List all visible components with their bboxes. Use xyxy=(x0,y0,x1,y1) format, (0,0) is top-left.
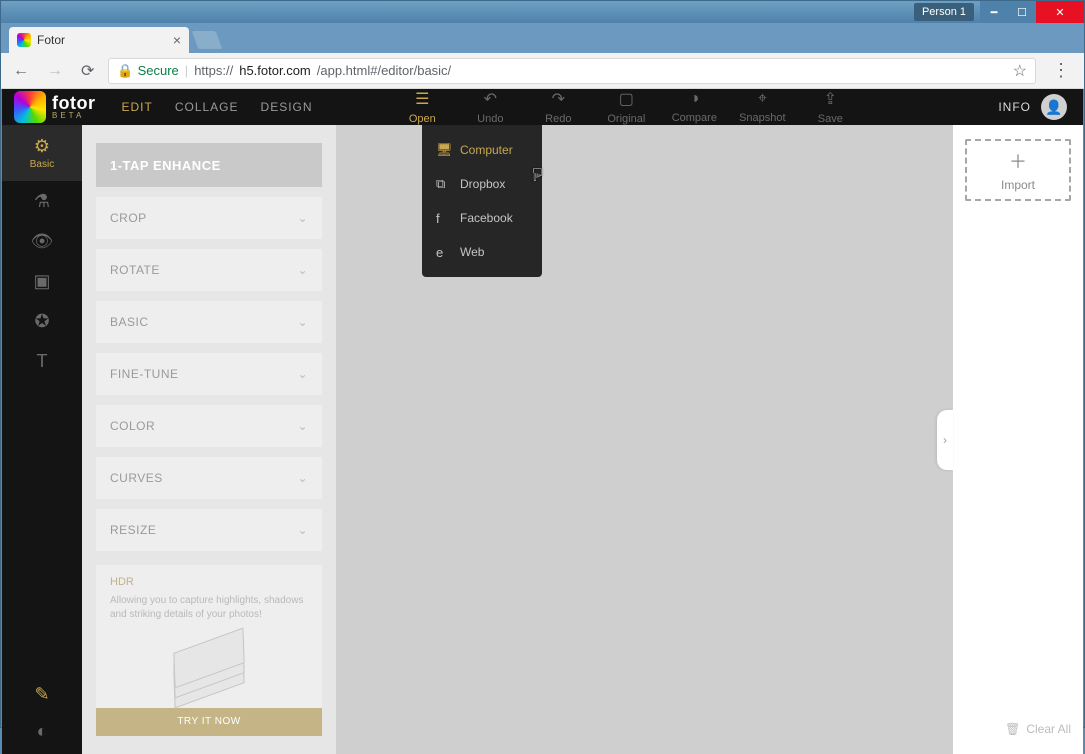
moon-icon[interactable]: ◐ xyxy=(37,721,48,742)
hdr-layers-icon xyxy=(159,630,259,700)
hdr-title: HDR xyxy=(110,575,308,590)
open-from-dropbox[interactable]: ⧉ Dropbox xyxy=(422,167,542,201)
right-panel-toggle[interactable]: › xyxy=(937,410,953,470)
redo-icon: ↷ xyxy=(552,89,565,109)
edit-square-icon[interactable]: ✎ xyxy=(34,684,49,705)
panel-rotate[interactable]: ROTATE⌄ xyxy=(96,249,322,291)
app-header: fotor BETA EDIT COLLAGE DESIGN ☰ Open ↶ … xyxy=(2,89,1083,125)
nav-edit[interactable]: EDIT xyxy=(121,100,152,114)
tool-original[interactable]: ▢ Original xyxy=(594,89,658,125)
frame-icon: ▣ xyxy=(33,271,50,292)
right-panel: ＋ Import 🗑 Clear All xyxy=(953,125,1083,754)
hdr-promo-card: HDR Allowing you to capture highlights, … xyxy=(96,565,322,736)
compare-icon: ◑ xyxy=(689,90,699,108)
rail-basic[interactable]: ⚙ Basic xyxy=(2,125,82,181)
window-titlebar: Person 1 ━ ☐ ✕ xyxy=(1,1,1084,23)
rail-beauty[interactable]: 👁 xyxy=(2,221,82,261)
import-button[interactable]: ＋ Import xyxy=(965,139,1071,201)
user-icon: 👤 xyxy=(1045,99,1062,116)
open-from-web[interactable]: e Web xyxy=(422,235,542,269)
main-nav: EDIT COLLAGE DESIGN xyxy=(121,100,312,114)
tool-save[interactable]: ⇪ Save xyxy=(798,89,862,125)
plus-icon: ＋ xyxy=(1009,148,1027,174)
web-icon: e xyxy=(436,245,450,260)
one-tap-enhance-button[interactable]: 1-TAP ENHANCE xyxy=(96,143,322,187)
facebook-icon: f xyxy=(436,211,450,226)
url-path: /app.html#/editor/basic/ xyxy=(317,63,451,78)
tab-title: Fotor xyxy=(37,33,65,47)
undo-icon: ↶ xyxy=(484,89,497,109)
open-from-facebook[interactable]: f Facebook xyxy=(422,201,542,235)
flask-icon: ⚗ xyxy=(34,191,50,212)
nav-design[interactable]: DESIGN xyxy=(261,100,313,114)
tool-snapshot[interactable]: ⌖ Snapshot xyxy=(730,89,794,125)
rail-stickers[interactable]: ✪ xyxy=(2,301,82,341)
tab-close-icon[interactable]: × xyxy=(173,32,181,48)
clear-all-button[interactable]: 🗑 Clear All xyxy=(965,722,1071,740)
rail-effects[interactable]: ⚗ xyxy=(2,181,82,221)
window-minimize-button[interactable]: ━ xyxy=(980,1,1008,23)
sticker-icon: ✪ xyxy=(34,311,49,332)
nav-collage[interactable]: COLLAGE xyxy=(175,100,239,114)
new-tab-button[interactable] xyxy=(192,31,223,49)
dropbox-icon: ⧉ xyxy=(436,176,450,192)
url-scheme: https:// xyxy=(194,63,233,78)
trash-icon: 🗑 xyxy=(1005,722,1020,736)
chevron-down-icon: ⌄ xyxy=(297,367,308,381)
tool-redo[interactable]: ↷ Redo xyxy=(526,89,590,125)
back-button[interactable]: ← xyxy=(9,58,33,84)
window-close-button[interactable]: ✕ xyxy=(1036,1,1084,23)
chevron-down-icon: ⌄ xyxy=(297,419,308,433)
browser-menu-icon[interactable]: ⋮ xyxy=(1046,60,1076,81)
url-host: h5.fotor.com xyxy=(239,63,311,78)
hdr-try-button[interactable]: TRY IT NOW xyxy=(96,708,322,736)
logo-mark-icon xyxy=(14,91,46,123)
original-icon: ▢ xyxy=(619,89,634,109)
eye-icon: 👁 xyxy=(31,231,54,252)
panel-finetune[interactable]: FINE-TUNE⌄ xyxy=(96,353,322,395)
forward-button[interactable]: → xyxy=(43,58,67,84)
lock-icon: 🔒 Secure xyxy=(117,63,178,79)
tool-undo[interactable]: ↶ Undo xyxy=(458,89,522,125)
panel-basic[interactable]: BASIC⌄ xyxy=(96,301,322,343)
chevron-down-icon: ⌄ xyxy=(297,315,308,329)
panel-resize[interactable]: RESIZE⌄ xyxy=(96,509,322,551)
tools-panel: 1-TAP ENHANCE CROP⌄ ROTATE⌄ BASIC⌄ FINE-… xyxy=(82,125,336,754)
left-icon-rail: ⚙ Basic ⚗ 👁 ▣ ✪ T ✎ ◐ xyxy=(2,125,82,754)
chevron-down-icon: ⌄ xyxy=(297,523,308,537)
user-avatar[interactable]: 👤 xyxy=(1041,94,1067,120)
tool-compare[interactable]: ◑ Compare xyxy=(662,89,726,125)
chevron-down-icon: ⌄ xyxy=(297,471,308,485)
chevron-down-icon: ⌄ xyxy=(297,263,308,277)
rail-frames[interactable]: ▣ xyxy=(2,261,82,301)
address-bar[interactable]: 🔒 Secure | https://h5.fotor.com/app.html… xyxy=(108,58,1036,84)
chevron-down-icon: ⌄ xyxy=(297,211,308,225)
open-from-computer[interactable]: 🖥 Computer xyxy=(422,133,542,167)
bookmark-star-icon[interactable]: ☆ xyxy=(1013,61,1027,81)
hdr-description: Allowing you to capture highlights, shad… xyxy=(110,595,303,620)
info-link[interactable]: INFO xyxy=(998,100,1031,114)
browser-toolbar: ← → ⟳ 🔒 Secure | https://h5.fotor.com/ap… xyxy=(1,53,1084,89)
open-icon: ☰ xyxy=(415,89,429,109)
browser-tab-strip: Fotor × xyxy=(1,23,1084,53)
panel-curves[interactable]: CURVES⌄ xyxy=(96,457,322,499)
sliders-icon: ⚙ xyxy=(34,136,50,157)
reload-button[interactable]: ⟳ xyxy=(77,57,98,85)
logo-subtext: BETA xyxy=(52,112,95,120)
person-badge[interactable]: Person 1 xyxy=(914,3,974,21)
snapshot-icon: ⌖ xyxy=(758,90,767,108)
monitor-icon: 🖥 xyxy=(436,142,450,158)
open-dropdown-menu: 🖥 Computer ⧉ Dropbox f Facebook e Web ☟ xyxy=(422,125,542,277)
tool-open[interactable]: ☰ Open xyxy=(390,89,454,125)
browser-tab[interactable]: Fotor × xyxy=(9,27,189,53)
save-icon: ⇪ xyxy=(824,89,837,109)
fotor-favicon xyxy=(17,33,31,47)
rail-text[interactable]: T xyxy=(2,341,82,381)
panel-crop[interactable]: CROP⌄ xyxy=(96,197,322,239)
window-maximize-button[interactable]: ☐ xyxy=(1008,1,1036,23)
panel-color[interactable]: COLOR⌄ xyxy=(96,405,322,447)
text-icon: T xyxy=(37,351,48,372)
logo-text: fotor xyxy=(52,94,95,112)
fotor-logo[interactable]: fotor BETA xyxy=(14,91,95,123)
